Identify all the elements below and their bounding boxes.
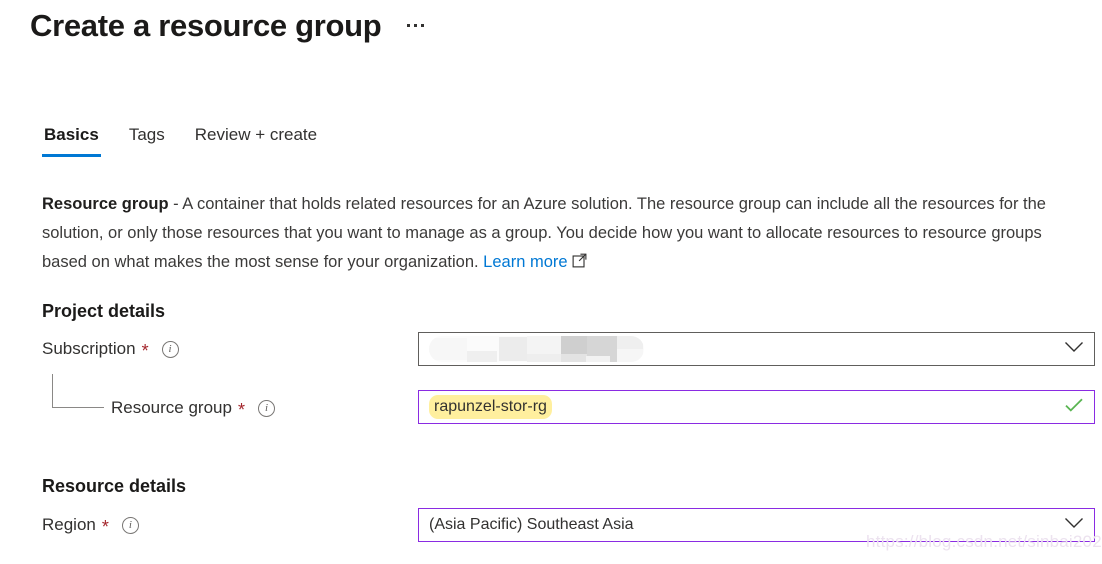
tab-review-create[interactable]: Review + create [193, 124, 319, 157]
region-dropdown[interactable]: (Asia Pacific) Southeast Asia [418, 508, 1095, 542]
resource-group-value-wrap: rapunzel-stor-rg [429, 395, 1056, 419]
check-icon [1064, 397, 1084, 418]
redaction-block [586, 356, 610, 362]
tab-list: Basics Tags Review + create [42, 124, 319, 157]
redaction-block [467, 336, 501, 352]
redacted-subscription-value [429, 336, 644, 362]
page-title: Create a resource group [30, 8, 382, 43]
redaction-block [561, 354, 587, 362]
region-label: Region [42, 515, 96, 534]
subscription-value [429, 336, 1056, 362]
ellipsis-dot [421, 24, 425, 27]
redaction-block [617, 349, 643, 362]
learn-more-link[interactable]: Learn more [483, 253, 567, 271]
info-icon[interactable]: i [257, 399, 275, 417]
subscription-label-group: Subscription * i [42, 337, 179, 361]
description-lead: Resource group [42, 195, 169, 213]
redaction-block [429, 338, 467, 360]
overflow-menu-icon[interactable] [403, 14, 428, 38]
redaction-block [617, 336, 643, 350]
tab-tags[interactable]: Tags [127, 124, 167, 157]
required-marker: * [101, 517, 109, 537]
resource-group-label-group: Resource group * i [111, 396, 275, 420]
resource-group-value: rapunzel-stor-rg [429, 395, 552, 419]
section-heading-project-details: Project details [42, 301, 166, 321]
ellipsis-dot [407, 24, 411, 27]
redaction-block [561, 336, 587, 356]
chevron-down-icon[interactable] [1064, 516, 1084, 534]
redaction-block [467, 351, 497, 362]
resource-group-label: Resource group [111, 398, 232, 417]
resource-group-input[interactable]: rapunzel-stor-rg [418, 390, 1095, 424]
info-icon[interactable]: i [121, 516, 139, 534]
subscription-label: Subscription [42, 339, 136, 358]
redaction-block [499, 337, 527, 361]
tab-basics[interactable]: Basics [42, 124, 101, 157]
ellipsis-dot [414, 24, 418, 27]
tree-connector-line [52, 374, 104, 408]
required-marker: * [237, 400, 245, 420]
subscription-dropdown[interactable] [418, 332, 1095, 366]
blade-description: Resource group - A container that holds … [42, 190, 1072, 278]
external-link-icon [572, 249, 587, 278]
chevron-down-icon[interactable] [1064, 340, 1084, 358]
redaction-block [527, 354, 561, 362]
page-header: Create a resource group [30, 6, 428, 46]
region-label-group: Region * i [42, 513, 139, 537]
section-heading-resource-details: Resource details [42, 476, 187, 496]
required-marker: * [141, 341, 149, 361]
info-icon[interactable]: i [161, 340, 179, 358]
region-value: (Asia Pacific) Southeast Asia [429, 516, 634, 533]
